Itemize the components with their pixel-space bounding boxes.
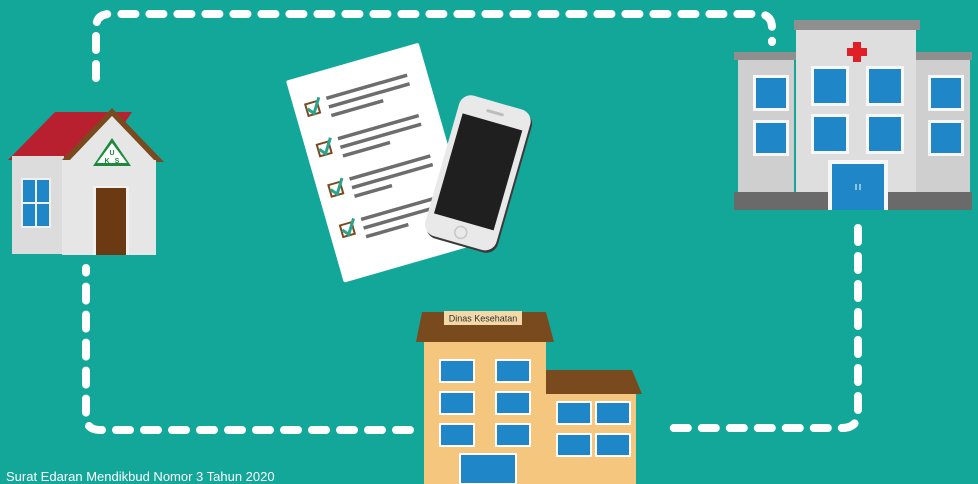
hospital-door	[832, 164, 884, 210]
hospital-icon	[734, 20, 972, 210]
uks-letter-u: U	[109, 150, 114, 157]
checklist-and-phone	[286, 43, 533, 283]
process-diagram: U K S Dinas Kesehatan	[8, 10, 972, 484]
uks-letter-s: S	[115, 158, 120, 165]
house-door	[96, 188, 126, 255]
house-icon	[8, 108, 164, 255]
office-sign-label: Dinas Kesehatan	[449, 314, 518, 324]
source-text: Surat Edaran Mendikbud Nomor 3 Tahun 202…	[6, 469, 275, 484]
health-office-building: Dinas Kesehatan	[416, 311, 642, 484]
uks-letter-k: K	[104, 158, 109, 165]
school-house: U K S	[8, 108, 164, 255]
office-door	[459, 453, 517, 484]
office-building-icon	[416, 312, 642, 484]
